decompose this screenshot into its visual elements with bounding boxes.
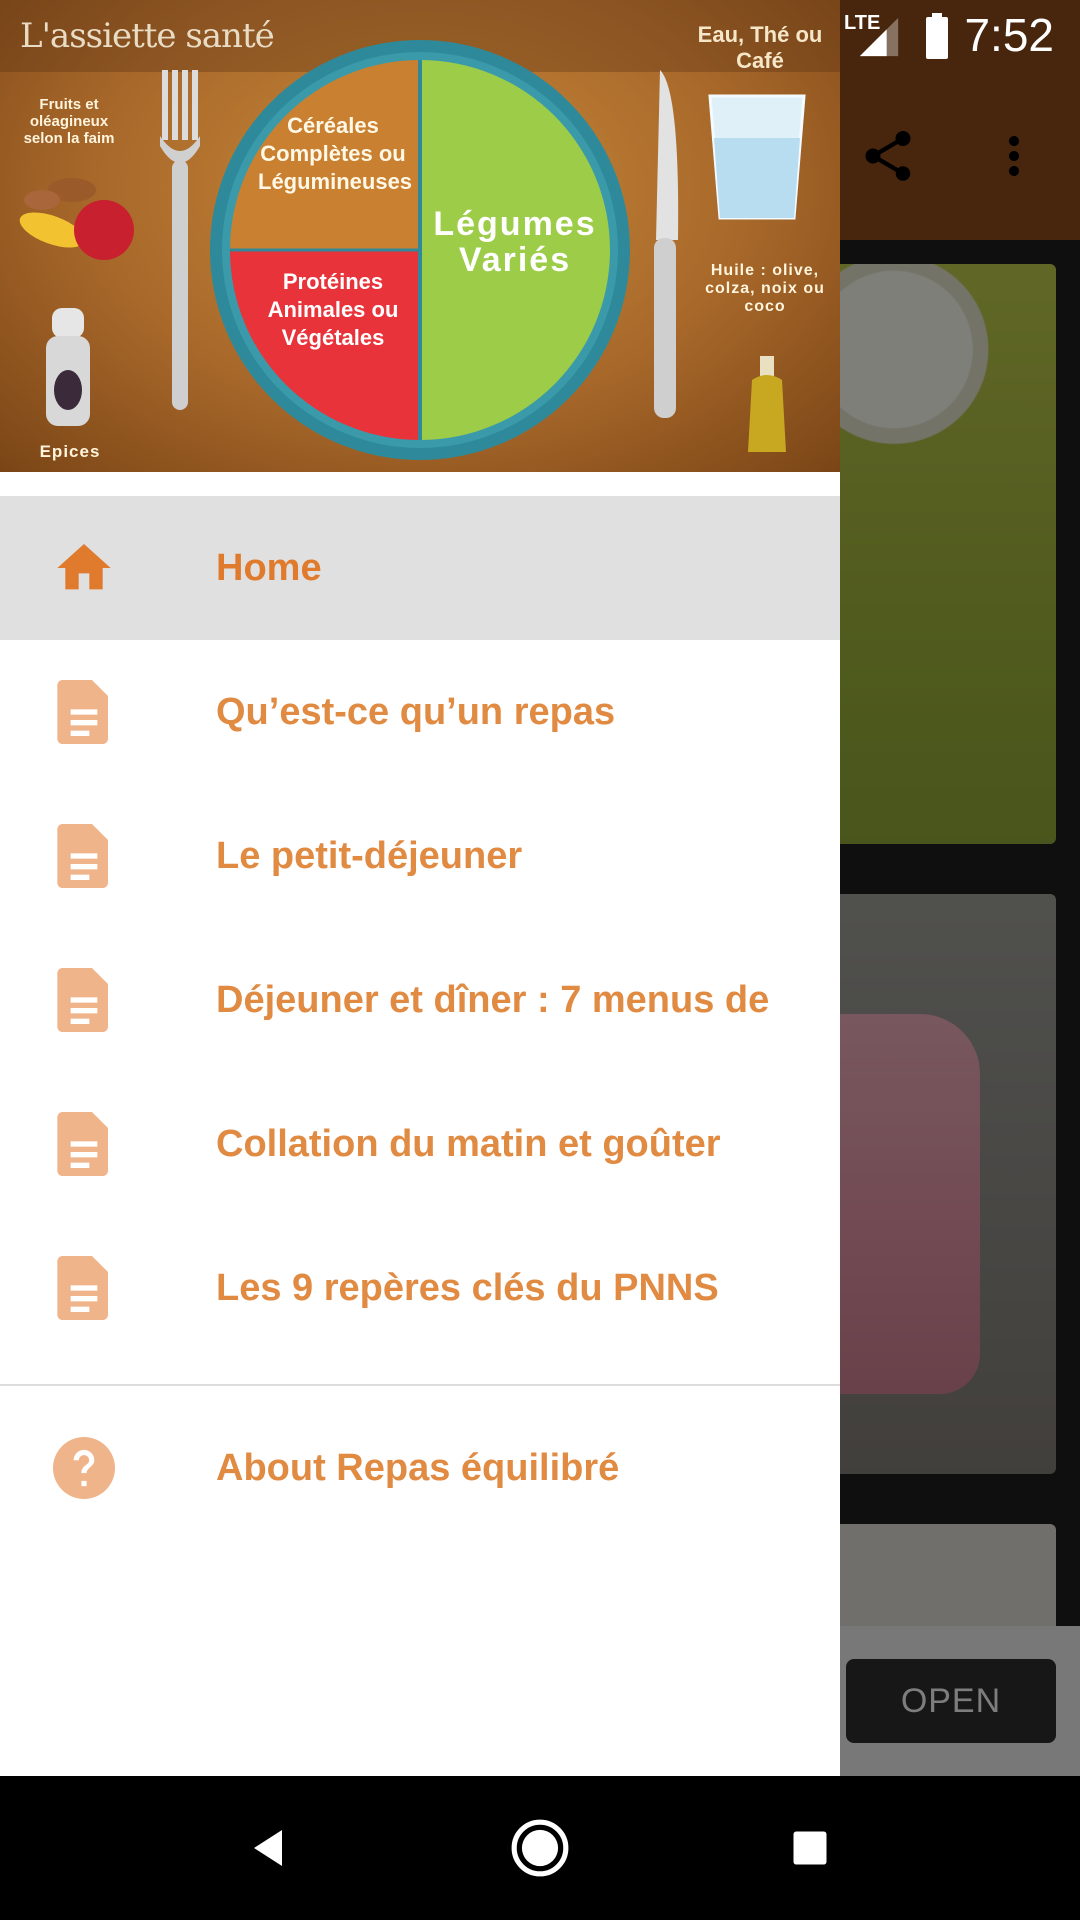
recents-icon[interactable] (774, 1812, 846, 1884)
fruit-label: Fruits et oléagineux selon la faim (23, 96, 115, 147)
document-icon (52, 824, 116, 888)
oil-label: Huile : olive, colza, noix ou coco (705, 262, 825, 315)
drawer-item-label: Les 9 repères clés du PNNS (216, 1266, 719, 1309)
clock: 7:52 (964, 9, 1054, 61)
water-glass-illustration (708, 94, 806, 220)
document-icon (52, 1256, 116, 1320)
drawer-item-label: Le petit-déjeuner (216, 834, 523, 877)
drawer-item-label: About Repas équilibré (216, 1446, 620, 1489)
fruit-illustration (19, 178, 134, 260)
drawer-item-label: Collation du matin et goûter (216, 1122, 721, 1165)
drawer-item-dejeuner-diner[interactable]: Déjeuner et dîner : 7 menus de (0, 928, 840, 1072)
screen: OPEN LTE 7:52 L'assiette santé Eau, Thé … (0, 0, 1080, 1920)
navigation-drawer: L'assiette santé Eau, Thé ou Café Fruits… (0, 0, 840, 1776)
status-bar: LTE 7:52 (0, 0, 1080, 72)
drawer-menu: Home Qu’est-ce qu’un repas Le petit-déje… (0, 496, 840, 1532)
battery-icon (922, 12, 952, 65)
plate-cereal-label: Céréales Complètes ou Légumineuses (258, 113, 413, 194)
drawer-item-label: Qu’est-ce qu’un repas (216, 690, 616, 733)
document-icon (52, 680, 116, 744)
document-icon (52, 1112, 116, 1176)
help-icon (52, 1436, 116, 1500)
knife-illustration (654, 70, 679, 418)
back-icon[interactable] (234, 1812, 306, 1884)
plate-protein-label: Protéines Animales ou Végétales (267, 269, 399, 350)
drawer-item-pnns[interactable]: Les 9 repères clés du PNNS (0, 1216, 840, 1360)
document-icon (52, 968, 116, 1032)
drawer-item-about[interactable]: About Repas équilibré (0, 1404, 840, 1532)
drawer-item-home[interactable]: Home (0, 496, 840, 640)
plate-vegetables-label: Légumes Variés (433, 205, 597, 279)
system-nav-bar (0, 1776, 1080, 1920)
drawer-item-collation[interactable]: Collation du matin et goûter (0, 1072, 840, 1216)
oil-bottle-illustration (748, 356, 786, 452)
drawer-item-repas[interactable]: Qu’est-ce qu’un repas (0, 640, 840, 784)
signal-icon (856, 14, 902, 65)
pepper-mill-illustration (46, 308, 90, 426)
home-icon (52, 536, 116, 600)
home-circle-icon[interactable] (504, 1812, 576, 1884)
drawer-item-petit-dejeuner[interactable]: Le petit-déjeuner (0, 784, 840, 928)
fork-illustration (160, 70, 200, 410)
spice-label: Epices (39, 442, 101, 461)
drawer-item-label: Home (216, 546, 322, 589)
drawer-divider (0, 1384, 840, 1386)
drawer-item-label: Déjeuner et dîner : 7 menus de (216, 978, 770, 1021)
